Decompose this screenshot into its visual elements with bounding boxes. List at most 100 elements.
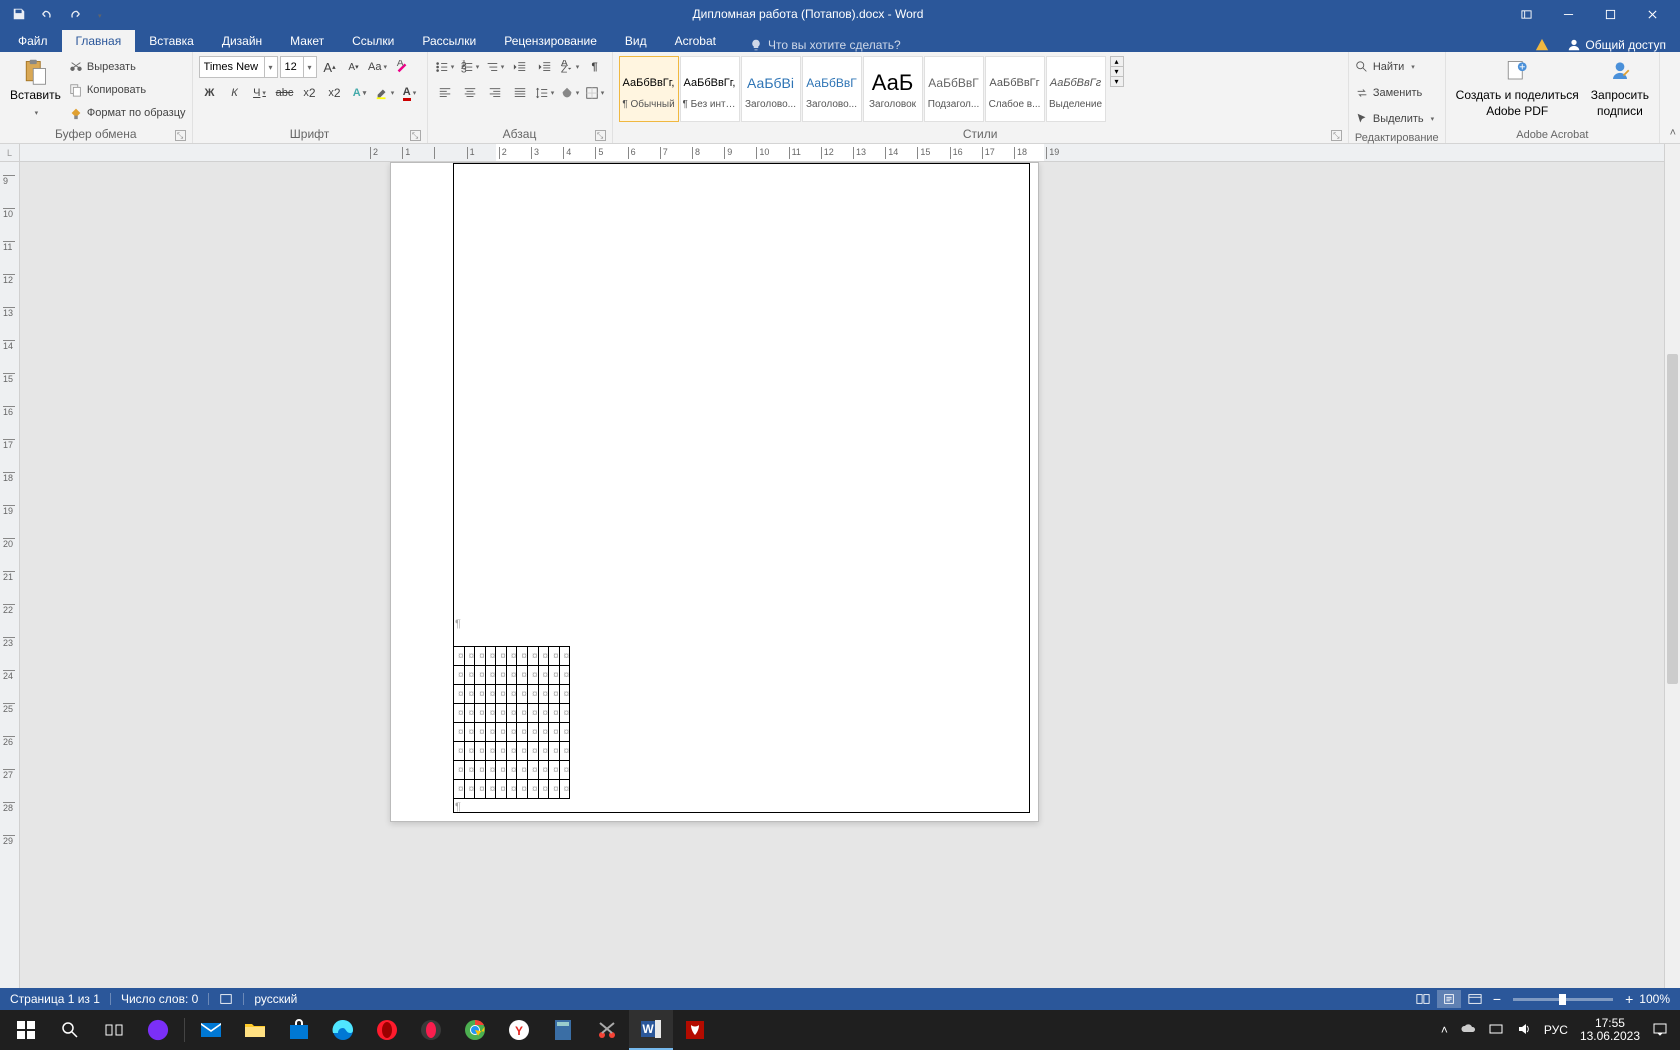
table-cell[interactable]: ¤ [475,761,486,780]
replace-button[interactable]: Заменить [1355,82,1422,104]
document-canvas[interactable]: ¶ ¤¤¤¤¤¤¤¤¤¤¤¤¤¤¤¤¤¤¤¤¤¤¤¤¤¤¤¤¤¤¤¤¤¤¤¤¤¤… [20,162,1664,988]
table-cell[interactable]: ¤ [496,685,507,704]
table-cell[interactable]: ¤ [549,742,560,761]
table-cell[interactable]: ¤ [454,685,465,704]
table-cell[interactable]: ¤ [454,647,465,666]
table-cell[interactable]: ¤ [527,761,538,780]
horizontal-ruler[interactable]: 2112345678910111213141516171819 [20,144,1664,162]
zoom-in-icon[interactable]: + [1625,991,1633,1007]
tab-insert[interactable]: Вставка [135,30,208,52]
strikethrough-icon[interactable]: abc [274,82,296,104]
table-cell[interactable]: ¤ [506,647,517,666]
font-name-input[interactable] [200,57,264,77]
tab-view[interactable]: Вид [611,30,661,52]
read-mode-icon[interactable] [1411,990,1435,1008]
paste-button[interactable]: Вставить [6,56,65,120]
tray-network-icon[interactable] [1488,1021,1504,1040]
superscript-icon[interactable]: x2 [324,82,346,104]
font-color-icon[interactable]: A [399,82,421,104]
vertical-scrollbar[interactable] [1664,144,1680,988]
document-table[interactable]: ¤¤¤¤¤¤¤¤¤¤¤¤¤¤¤¤¤¤¤¤¤¤¤¤¤¤¤¤¤¤¤¤¤¤¤¤¤¤¤¤… [453,646,570,799]
font-name-dropdown-icon[interactable]: ▾ [264,57,277,77]
table-cell[interactable]: ¤ [475,723,486,742]
taskbar-app-yandex[interactable] [136,1010,180,1050]
style-item[interactable]: АаБбВвГгСлабое в... [985,56,1045,122]
style-item[interactable]: АаБбВвГПодзагол... [924,56,984,122]
change-case-icon[interactable]: Aa [367,56,389,78]
cut-button[interactable]: Вырезать [69,56,186,78]
style-item[interactable]: АаБбВвГг,¶ Без инте... [680,56,740,122]
tray-volume-icon[interactable] [1516,1021,1532,1040]
taskbar-app-edge[interactable] [321,1010,365,1050]
create-share-pdf-button[interactable]: Создать и поделиться Adobe PDF [1452,56,1583,120]
taskbar-app-calculator[interactable] [541,1010,585,1050]
font-name-combo[interactable]: ▾ [199,56,278,78]
tab-acrobat[interactable]: Acrobat [661,30,730,52]
tray-onedrive-icon[interactable] [1460,1021,1476,1040]
taskbar-app-store[interactable] [277,1010,321,1050]
paragraph-launcher-icon[interactable]: ⤡ [595,130,606,141]
style-item[interactable]: АаБбВвГгВыделение [1046,56,1106,122]
table-cell[interactable]: ¤ [506,742,517,761]
tab-review[interactable]: Рецензирование [490,30,611,52]
table-cell[interactable]: ¤ [454,704,465,723]
table-cell[interactable]: ¤ [538,704,549,723]
language-indicator[interactable]: русский [254,992,297,1006]
search-button[interactable] [48,1010,92,1050]
table-cell[interactable]: ¤ [538,780,549,799]
table-cell[interactable]: ¤ [475,704,486,723]
table-cell[interactable]: ¤ [464,723,475,742]
table-cell[interactable]: ¤ [485,666,496,685]
align-center-icon[interactable] [459,82,481,104]
table-cell[interactable]: ¤ [549,704,560,723]
clear-formatting-icon[interactable]: A [391,56,413,78]
table-cell[interactable]: ¤ [559,780,570,799]
warning-icon[interactable] [1535,38,1549,52]
align-left-icon[interactable] [434,82,456,104]
table-cell[interactable]: ¤ [527,704,538,723]
web-layout-icon[interactable] [1463,990,1487,1008]
zoom-thumb[interactable] [1559,994,1566,1005]
gallery-up-icon[interactable]: ▴ [1111,57,1123,67]
align-right-icon[interactable] [484,82,506,104]
table-cell[interactable]: ¤ [475,666,486,685]
request-signatures-button[interactable]: Запросить подписи [1587,56,1653,120]
increase-indent-icon[interactable] [534,56,556,78]
styles-launcher-icon[interactable]: ⤡ [1331,130,1342,141]
task-view-button[interactable] [92,1010,136,1050]
bullets-icon[interactable] [434,56,456,78]
decrease-indent-icon[interactable] [509,56,531,78]
table-cell[interactable]: ¤ [496,666,507,685]
taskbar-app-explorer[interactable] [233,1010,277,1050]
table-cell[interactable]: ¤ [517,647,528,666]
table-cell[interactable]: ¤ [485,704,496,723]
table-cell[interactable]: ¤ [464,647,475,666]
page-indicator[interactable]: Страница 1 из 1 [10,992,100,1006]
tab-file[interactable]: Файл [4,30,62,52]
table-cell[interactable]: ¤ [559,742,570,761]
table-cell[interactable]: ¤ [517,723,528,742]
table-cell[interactable]: ¤ [549,666,560,685]
table-cell[interactable]: ¤ [538,723,549,742]
save-icon[interactable] [12,7,26,21]
table-cell[interactable]: ¤ [527,666,538,685]
style-item[interactable]: АаБбВвГг,¶ Обычный [619,56,679,122]
share-button[interactable]: Общий доступ [1567,38,1666,52]
table-cell[interactable]: ¤ [559,761,570,780]
table-cell[interactable]: ¤ [496,761,507,780]
table-cell[interactable]: ¤ [506,666,517,685]
sort-icon[interactable]: AZ [559,56,581,78]
table-cell[interactable]: ¤ [496,704,507,723]
close-icon[interactable] [1632,0,1672,28]
grow-font-icon[interactable]: A▴ [319,56,341,78]
table-cell[interactable]: ¤ [475,647,486,666]
table-cell[interactable]: ¤ [559,704,570,723]
table-cell[interactable]: ¤ [559,666,570,685]
table-cell[interactable]: ¤ [517,666,528,685]
subscript-icon[interactable]: x2 [299,82,321,104]
table-cell[interactable]: ¤ [549,685,560,704]
maximize-icon[interactable] [1590,0,1630,28]
tab-mailings[interactable]: Рассылки [408,30,490,52]
taskbar-app-word[interactable]: W [629,1010,673,1050]
table-cell[interactable]: ¤ [538,761,549,780]
